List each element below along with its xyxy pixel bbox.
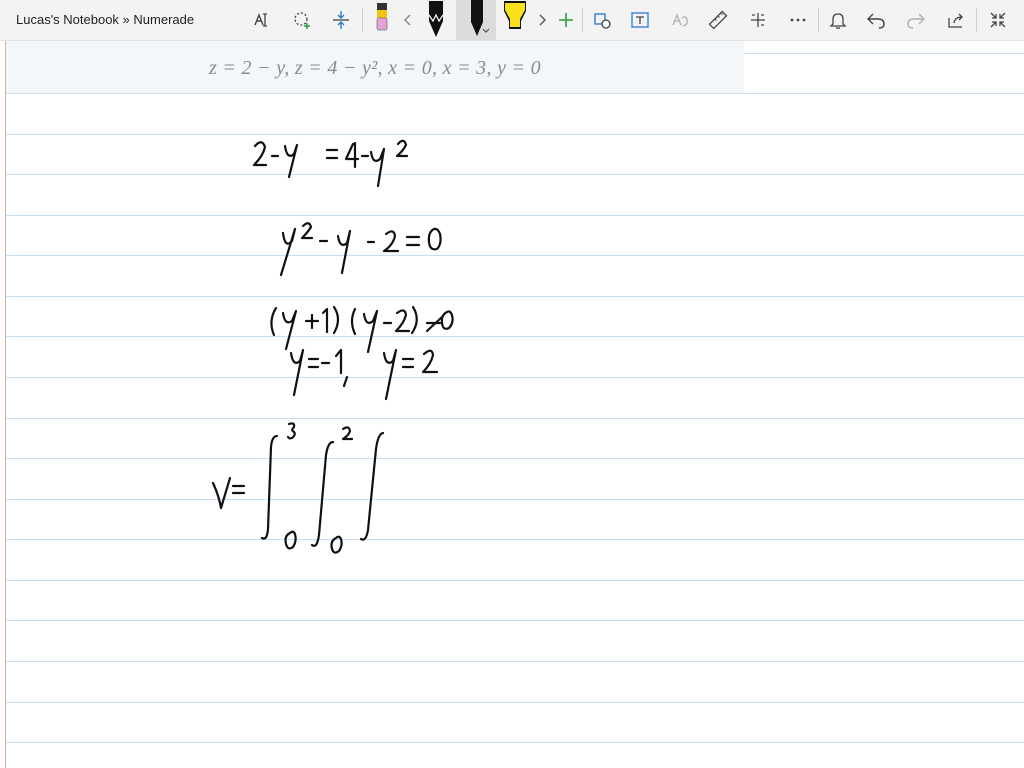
chevron-left-icon[interactable] bbox=[398, 0, 418, 40]
handwritten-line-4 bbox=[289, 348, 439, 401]
fullscreen-collapse-icon[interactable] bbox=[984, 0, 1012, 40]
toolbar-separator bbox=[362, 8, 363, 32]
handwritten-line-5 bbox=[211, 422, 385, 554]
toolbar: Lucas's Notebook » Numerade bbox=[0, 0, 1024, 41]
add-shape-icon[interactable] bbox=[288, 0, 316, 40]
highlighter-yellow-icon[interactable] bbox=[500, 0, 530, 40]
window-title: Lucas's Notebook » Numerade bbox=[16, 12, 195, 27]
ink-to-shape-icon[interactable] bbox=[588, 0, 616, 40]
pencil-icon[interactable] bbox=[422, 0, 450, 40]
chevron-right-icon[interactable] bbox=[533, 0, 551, 40]
ruler-icon[interactable] bbox=[704, 0, 732, 40]
lasso-select-icon[interactable] bbox=[248, 0, 276, 40]
more-icon[interactable] bbox=[784, 0, 812, 40]
toolbar-separator bbox=[582, 8, 583, 32]
bell-icon[interactable] bbox=[824, 0, 852, 40]
insert-space-icon[interactable] bbox=[327, 0, 355, 40]
toolbar-separator bbox=[976, 8, 977, 32]
add-pen-icon[interactable] bbox=[554, 0, 578, 40]
undo-icon[interactable] bbox=[862, 0, 890, 40]
share-icon[interactable] bbox=[942, 0, 970, 40]
math-icon[interactable] bbox=[744, 0, 772, 40]
ink-to-text-icon[interactable] bbox=[626, 0, 654, 40]
notebook-page[interactable]: z = 2 − y, z = 4 − y², x = 0, x = 3, y =… bbox=[0, 41, 1024, 768]
pen-black-icon[interactable] bbox=[456, 0, 496, 40]
redo-icon[interactable] bbox=[902, 0, 930, 40]
toolbar-separator bbox=[818, 8, 819, 32]
handwritten-line-1 bbox=[252, 139, 409, 188]
ink-to-math-icon[interactable] bbox=[666, 0, 694, 40]
handwriting-canvas bbox=[211, 139, 454, 554]
pen-pink-icon[interactable] bbox=[368, 0, 396, 40]
handwritten-line-3 bbox=[270, 305, 454, 354]
handwritten-line-2 bbox=[279, 222, 442, 277]
